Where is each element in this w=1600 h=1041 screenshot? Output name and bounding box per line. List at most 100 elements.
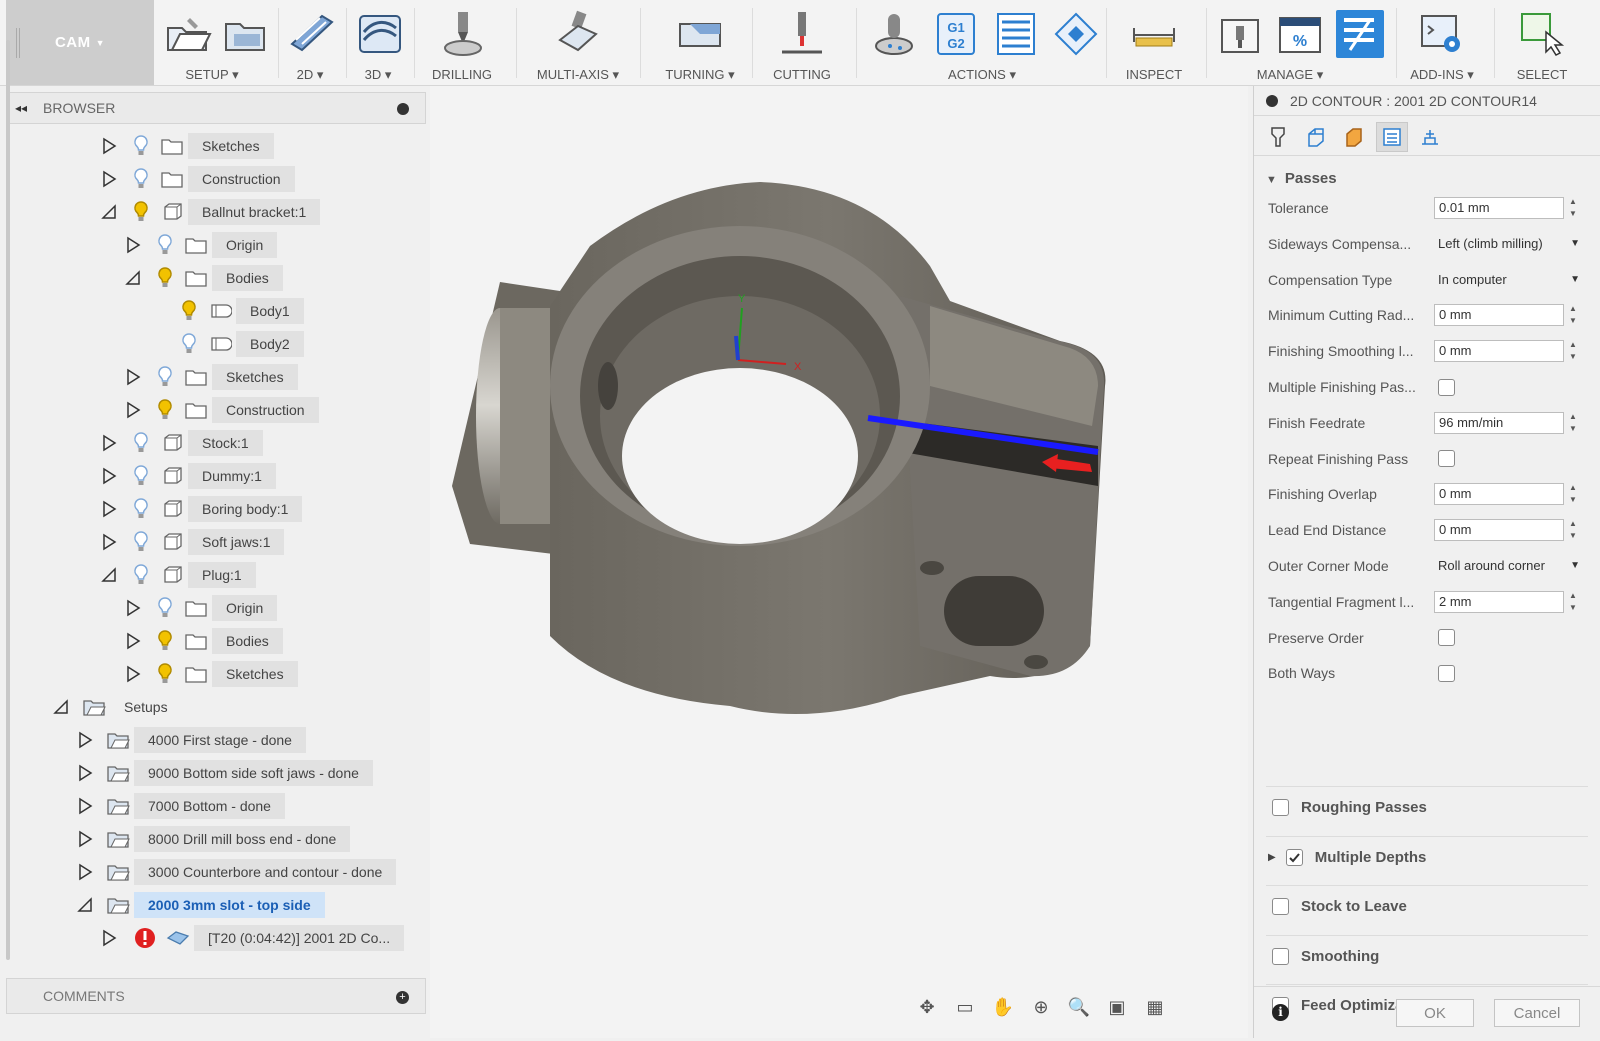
expand-icon[interactable]: [76, 730, 94, 750]
cancel-button[interactable]: Cancel: [1494, 999, 1580, 1027]
tab-passes[interactable]: [1376, 122, 1408, 152]
look-at-icon[interactable]: ▭: [950, 994, 980, 1020]
info-icon[interactable]: i: [1272, 1004, 1289, 1021]
setup-node[interactable]: 9000 Bottom side soft jaws - done: [76, 760, 373, 786]
post-library-icon[interactable]: %: [1276, 10, 1324, 58]
spinner-icon[interactable]: ▲ ▼: [1566, 519, 1580, 541]
turning-menu[interactable]: TURNING ▾: [665, 67, 734, 83]
simulate-icon[interactable]: [870, 10, 918, 58]
option-group[interactable]: Stock to Leave: [1266, 885, 1588, 927]
visibility-bulb-icon[interactable]: [132, 134, 150, 158]
tree-node[interactable]: Ballnut bracket:1: [100, 199, 321, 225]
tree-node[interactable]: Bodies: [124, 265, 283, 291]
tree-node[interactable]: Construction: [124, 397, 319, 423]
setup-node[interactable]: 3000 Counterbore and contour - done: [76, 859, 397, 885]
tree-node[interactable]: Construction: [100, 166, 295, 192]
expand-icon[interactable]: [100, 928, 118, 948]
tree-node[interactable]: Dummy:1: [100, 463, 276, 489]
collapse-dialog-icon[interactable]: [1266, 95, 1278, 107]
setup-node[interactable]: 4000 First stage - done: [76, 727, 306, 753]
visibility-bulb-icon[interactable]: [132, 431, 150, 455]
browser-scrollbar[interactable]: [6, 40, 10, 960]
drilling-menu[interactable]: DRILLING: [432, 67, 492, 82]
visibility-bulb-icon[interactable]: [156, 596, 174, 620]
3d-viewport[interactable]: X Y: [430, 86, 1248, 1038]
tree-node[interactable]: Sketches: [124, 661, 298, 687]
property-input[interactable]: 0 mm: [1434, 519, 1564, 542]
passes-section-header[interactable]: ▼ Passes: [1266, 170, 1337, 187]
expand-icon[interactable]: [124, 598, 142, 618]
setup-menu[interactable]: SETUP ▾: [185, 67, 238, 83]
visibility-bulb-icon[interactable]: [156, 365, 174, 389]
zoom-icon[interactable]: ⊕: [1026, 994, 1056, 1020]
multi-axis-icon[interactable]: [554, 10, 602, 58]
property-input[interactable]: 2 mm: [1434, 590, 1564, 613]
visibility-bulb-icon[interactable]: [132, 200, 150, 224]
setup-node[interactable]: 2000 3mm slot - top side: [76, 892, 325, 918]
spinner-icon[interactable]: ▲ ▼: [1566, 197, 1580, 219]
property-checkbox[interactable]: [1438, 629, 1455, 647]
visibility-bulb-icon[interactable]: [132, 497, 150, 521]
ok-button[interactable]: OK: [1396, 999, 1474, 1027]
property-input[interactable]: 0 mm: [1434, 340, 1564, 363]
expand-icon[interactable]: [124, 631, 142, 651]
actions-menu[interactable]: ACTIONS ▾: [948, 67, 1016, 83]
tree-node[interactable]: Boring body:1: [100, 496, 303, 522]
property-input[interactable]: 0 mm: [1434, 483, 1564, 506]
select-icon[interactable]: [1518, 10, 1566, 58]
setup-icon[interactable]: [164, 10, 212, 58]
tree-node[interactable]: Sketches: [124, 364, 298, 390]
expand-icon[interactable]: [100, 466, 118, 486]
spinner-icon[interactable]: ▲ ▼: [1566, 304, 1580, 326]
tab-tool[interactable]: [1262, 122, 1294, 152]
spinner-icon[interactable]: ▲ ▼: [1566, 412, 1580, 434]
expand-icon[interactable]: [100, 169, 118, 189]
tree-node[interactable]: Body2: [148, 331, 304, 357]
visibility-bulb-icon[interactable]: [132, 167, 150, 191]
visibility-bulb-icon[interactable]: [156, 662, 174, 686]
visibility-bulb-icon[interactable]: [156, 629, 174, 653]
property-select[interactable]: Roll around corner ▼: [1434, 554, 1584, 578]
group-checkbox[interactable]: [1285, 848, 1303, 866]
grid-settings-icon[interactable]: ▦: [1140, 994, 1170, 1020]
tool-library-icon[interactable]: [1216, 10, 1264, 58]
expand-icon[interactable]: [124, 400, 142, 420]
collapse-panel-icon[interactable]: ◂◂: [15, 101, 27, 115]
expand-icon[interactable]: [100, 532, 118, 552]
property-input[interactable]: 0.01 mm: [1434, 197, 1564, 219]
setup-node[interactable]: 8000 Drill mill boss end - done: [76, 826, 351, 852]
tree-node[interactable]: Stock:1: [100, 430, 263, 456]
setups-node[interactable]: Setups: [52, 694, 182, 720]
manage-menu[interactable]: MANAGE ▾: [1257, 67, 1323, 83]
multi-axis-menu[interactable]: MULTI-AXIS ▾: [537, 67, 619, 83]
expand-icon[interactable]: [100, 433, 118, 453]
expand-icon[interactable]: [100, 136, 118, 156]
property-select[interactable]: In computer ▼: [1434, 268, 1584, 292]
collapse-icon[interactable]: [100, 202, 118, 222]
select-menu[interactable]: SELECT: [1517, 67, 1568, 82]
property-input[interactable]: 96 mm/min: [1434, 411, 1564, 434]
drill-icon[interactable]: [438, 10, 486, 58]
visibility-bulb-icon[interactable]: [180, 332, 198, 356]
scripts-addins-icon[interactable]: [1418, 10, 1466, 58]
group-checkbox[interactable]: [1272, 799, 1289, 816]
spinner-icon[interactable]: ▲ ▼: [1566, 483, 1580, 505]
tab-linking[interactable]: [1414, 122, 1446, 152]
property-checkbox[interactable]: [1438, 378, 1455, 396]
expand-icon[interactable]: [100, 499, 118, 519]
property-select[interactable]: Left (climb milling) ▼: [1434, 232, 1584, 256]
tree-node[interactable]: Soft jaws:1: [100, 529, 285, 555]
expand-icon[interactable]: [76, 862, 94, 882]
visibility-bulb-icon[interactable]: [156, 266, 174, 290]
tab-heights[interactable]: [1338, 122, 1370, 152]
fit-icon[interactable]: 🔍: [1064, 994, 1094, 1020]
visibility-bulb-icon[interactable]: [132, 563, 150, 587]
comments-panel[interactable]: COMMENTS +: [6, 978, 426, 1014]
cutting-menu[interactable]: CUTTING: [773, 67, 831, 82]
option-group[interactable]: ▶ Multiple Depths: [1266, 835, 1588, 878]
collapse-icon[interactable]: [76, 895, 94, 915]
2d-menu[interactable]: 2D ▾: [297, 67, 324, 83]
post-process-icon[interactable]: G1G2: [932, 10, 980, 58]
pan-icon[interactable]: ✋: [988, 994, 1018, 1020]
add-ins-menu[interactable]: ADD-INS ▾: [1410, 67, 1474, 83]
